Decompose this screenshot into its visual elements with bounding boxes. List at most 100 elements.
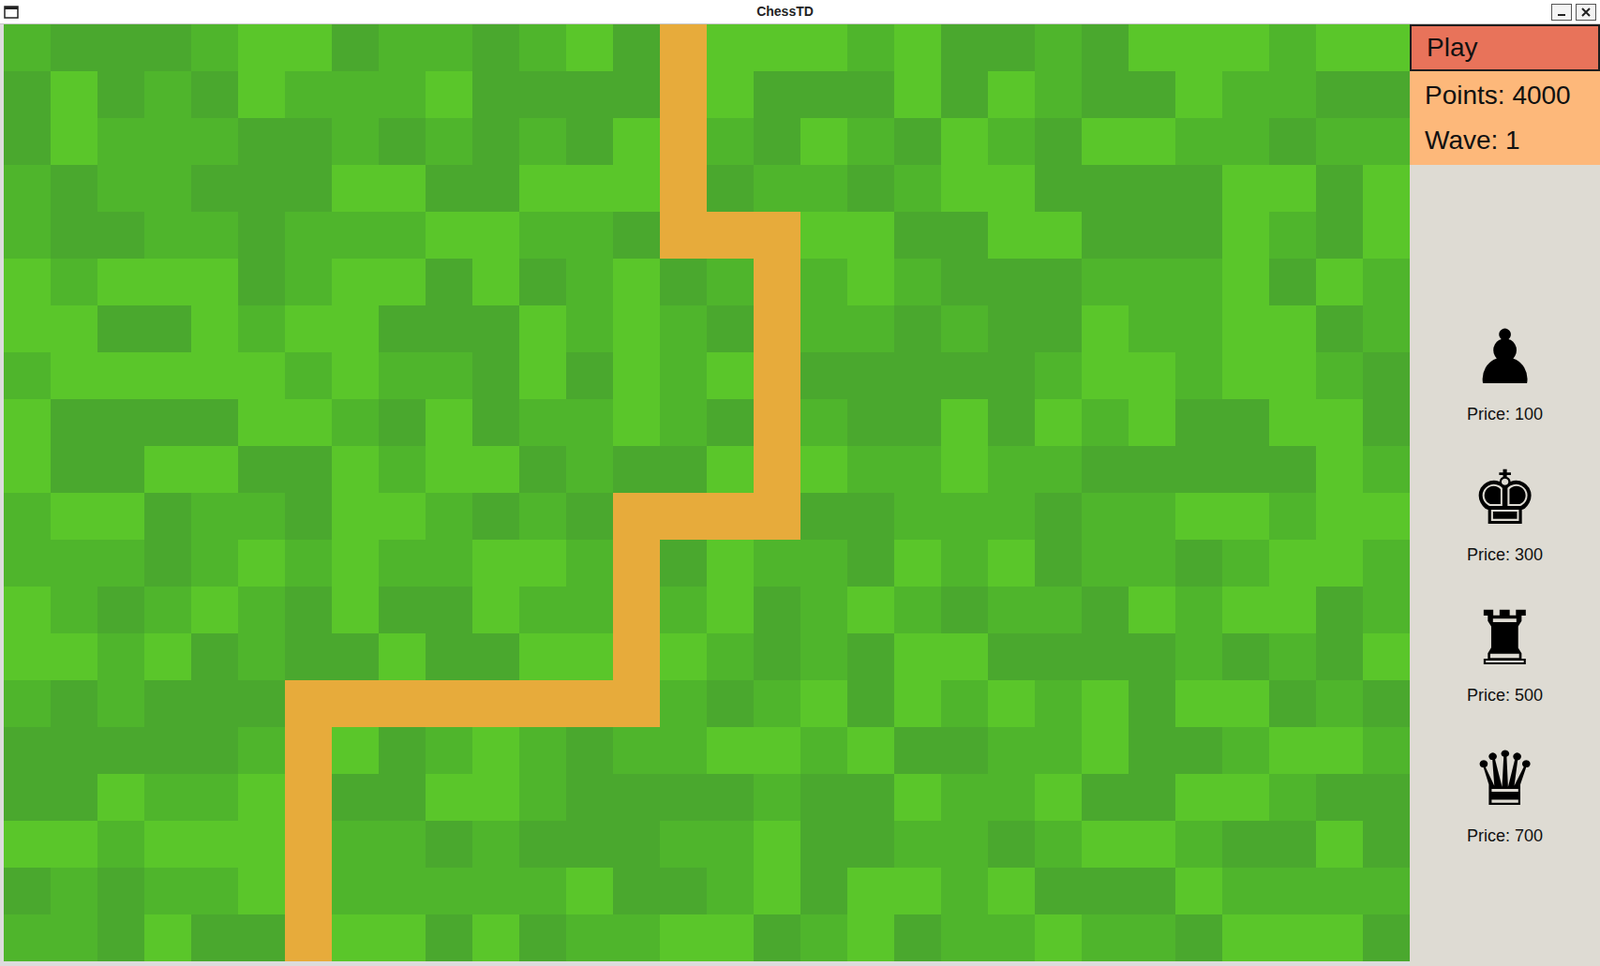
grass-tile[interactable] [987, 539, 1035, 587]
grass-tile[interactable] [1269, 352, 1316, 400]
grass-tile[interactable] [706, 867, 754, 915]
grass-tile[interactable] [519, 867, 567, 915]
grass-tile[interactable] [3, 867, 51, 915]
grass-tile[interactable] [706, 71, 754, 119]
grass-tile[interactable] [1222, 258, 1270, 306]
grass-tile[interactable] [3, 586, 51, 634]
grass-tile[interactable] [566, 914, 614, 962]
grass-tile[interactable] [894, 914, 942, 962]
grass-tile[interactable] [566, 399, 614, 447]
shop-item[interactable]: ♚Price: 300 [1466, 453, 1543, 595]
grass-tile[interactable] [847, 914, 895, 962]
grass-tile[interactable] [1269, 164, 1316, 212]
grass-tile[interactable] [50, 867, 98, 915]
grass-tile[interactable] [1315, 821, 1363, 868]
grass-tile[interactable] [472, 493, 520, 540]
grass-tile[interactable] [1128, 821, 1176, 868]
grass-tile[interactable] [566, 586, 614, 634]
grass-tile[interactable] [706, 821, 754, 868]
grass-tile[interactable] [613, 71, 660, 119]
grass-tile[interactable] [331, 774, 379, 822]
grass-tile[interactable] [1175, 118, 1223, 165]
path-tile[interactable] [613, 586, 660, 634]
grass-tile[interactable] [659, 774, 707, 822]
grass-tile[interactable] [1362, 24, 1410, 72]
grass-tile[interactable] [894, 633, 942, 681]
grass-tile[interactable] [800, 867, 848, 915]
grass-tile[interactable] [987, 680, 1035, 728]
grass-tile[interactable] [97, 211, 145, 259]
grass-tile[interactable] [847, 24, 895, 72]
grass-tile[interactable] [191, 305, 239, 353]
grass-tile[interactable] [894, 258, 942, 306]
grass-tile[interactable] [1362, 164, 1410, 212]
grass-tile[interactable] [894, 493, 942, 540]
grass-tile[interactable] [987, 118, 1035, 165]
grass-tile[interactable] [1362, 633, 1410, 681]
grass-tile[interactable] [1175, 680, 1223, 728]
grass-tile[interactable] [191, 633, 239, 681]
grass-tile[interactable] [378, 446, 426, 494]
grass-tile[interactable] [1034, 914, 1082, 962]
grass-tile[interactable] [941, 164, 988, 212]
grass-tile[interactable] [284, 164, 332, 212]
grass-tile[interactable] [1362, 399, 1410, 447]
grass-tile[interactable] [144, 24, 192, 72]
grass-tile[interactable] [847, 71, 895, 119]
grass-tile[interactable] [1128, 164, 1176, 212]
grass-tile[interactable] [753, 867, 801, 915]
grass-tile[interactable] [144, 164, 192, 212]
grass-tile[interactable] [1269, 539, 1316, 587]
grass-tile[interactable] [1175, 352, 1223, 400]
grass-tile[interactable] [941, 774, 988, 822]
grass-tile[interactable] [1269, 727, 1316, 775]
chess-piece-icon[interactable]: ♟ [1471, 313, 1540, 404]
grass-tile[interactable] [191, 24, 239, 72]
grass-tile[interactable] [1128, 774, 1176, 822]
grass-tile[interactable] [987, 914, 1035, 962]
grass-tile[interactable] [191, 867, 239, 915]
grass-tile[interactable] [425, 539, 473, 587]
grass-tile[interactable] [1128, 446, 1176, 494]
grass-tile[interactable] [753, 914, 801, 962]
grass-tile[interactable] [519, 446, 567, 494]
grass-tile[interactable] [566, 211, 614, 259]
grass-tile[interactable] [97, 24, 145, 72]
grass-tile[interactable] [519, 586, 567, 634]
grass-tile[interactable] [1222, 493, 1270, 540]
path-tile[interactable] [753, 399, 801, 447]
grass-tile[interactable] [50, 71, 98, 119]
grass-tile[interactable] [1222, 586, 1270, 634]
grass-tile[interactable] [1222, 446, 1270, 494]
grass-tile[interactable] [987, 352, 1035, 400]
grass-tile[interactable] [894, 727, 942, 775]
path-tile[interactable] [566, 680, 614, 728]
grass-tile[interactable] [519, 305, 567, 353]
grass-tile[interactable] [659, 633, 707, 681]
grass-tile[interactable] [1081, 493, 1129, 540]
grass-tile[interactable] [3, 633, 51, 681]
grass-tile[interactable] [894, 305, 942, 353]
grass-tile[interactable] [191, 352, 239, 400]
grass-tile[interactable] [1081, 914, 1129, 962]
grass-tile[interactable] [847, 774, 895, 822]
grass-tile[interactable] [472, 399, 520, 447]
grass-tile[interactable] [941, 258, 988, 306]
grass-tile[interactable] [566, 71, 614, 119]
path-tile[interactable] [753, 258, 801, 306]
grass-tile[interactable] [1222, 164, 1270, 212]
path-tile[interactable] [472, 680, 520, 728]
grass-tile[interactable] [1175, 258, 1223, 306]
grass-tile[interactable] [847, 446, 895, 494]
grass-tile[interactable] [941, 118, 988, 165]
grass-tile[interactable] [941, 399, 988, 447]
grass-tile[interactable] [50, 352, 98, 400]
grass-tile[interactable] [519, 118, 567, 165]
grass-tile[interactable] [144, 493, 192, 540]
path-tile[interactable] [706, 211, 754, 259]
grass-tile[interactable] [1315, 727, 1363, 775]
grass-tile[interactable] [3, 24, 51, 72]
grass-tile[interactable] [97, 774, 145, 822]
grass-tile[interactable] [1175, 71, 1223, 119]
grass-tile[interactable] [97, 539, 145, 587]
